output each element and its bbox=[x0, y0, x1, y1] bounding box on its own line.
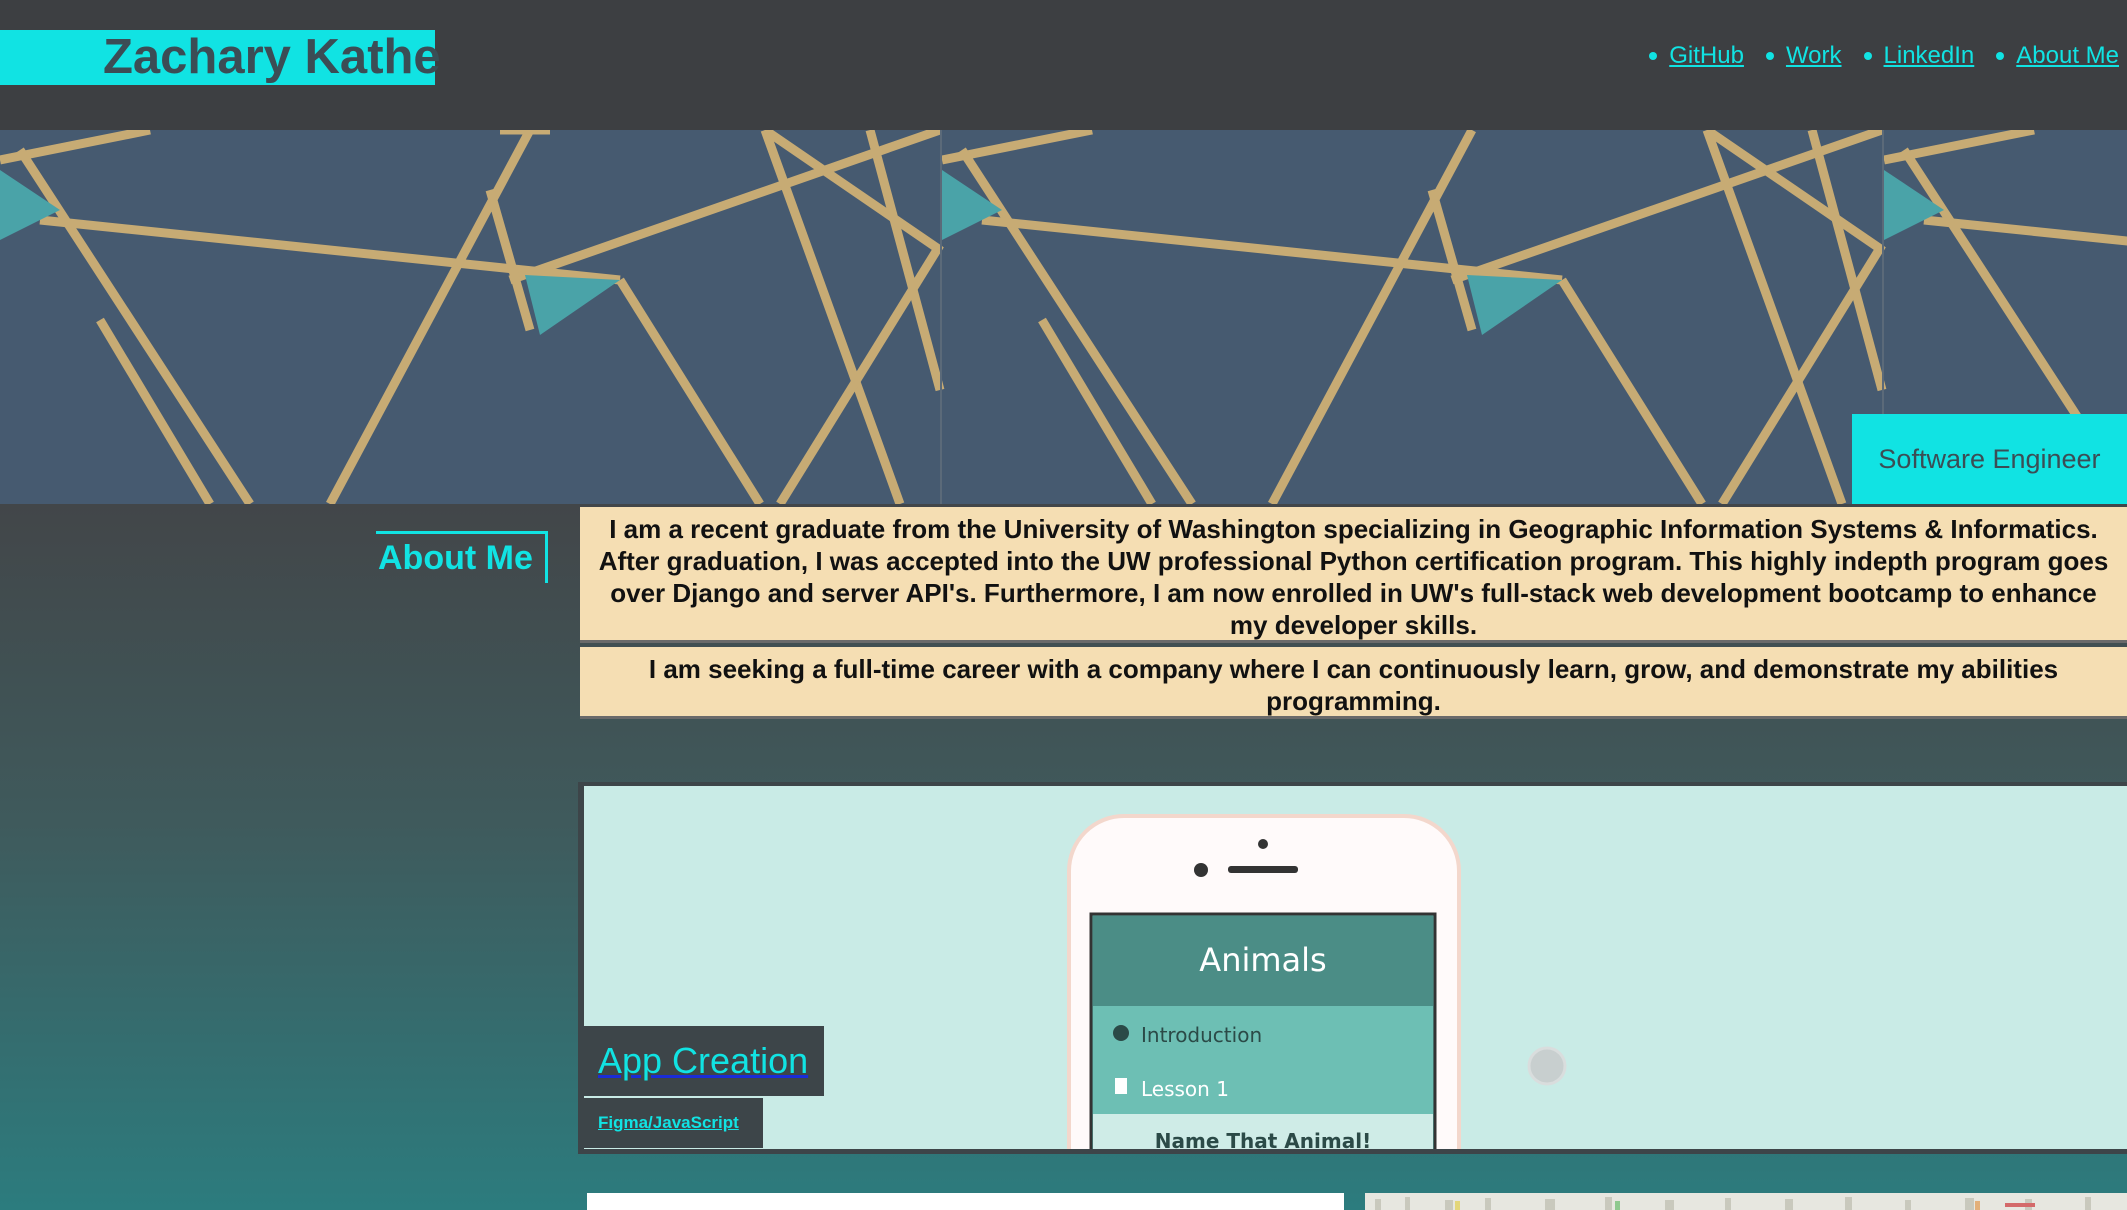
nav-item-about: About Me bbox=[1996, 42, 2119, 70]
project-tech-link[interactable]: Figma/JavaScript bbox=[598, 1113, 739, 1133]
geometric-pattern-background bbox=[0, 130, 2127, 504]
nav-link-github[interactable]: GitHub bbox=[1669, 42, 1744, 70]
nav-item-work: Work bbox=[1765, 42, 1842, 70]
main-nav: GitHub Work LinkedIn About Me bbox=[1627, 42, 2119, 70]
site-owner-name: Zachary Kathe bbox=[103, 30, 441, 84]
about-paragraph-education: I am a recent graduate from the Universi… bbox=[580, 507, 2127, 643]
nav-link-work[interactable]: Work bbox=[1786, 42, 1842, 70]
role-title: Software Engineer bbox=[1878, 443, 2101, 474]
phone-screen-item-lesson: Lesson 1 bbox=[1141, 1077, 1229, 1101]
project-title-link[interactable]: App Creation bbox=[598, 1040, 808, 1082]
bullet-icon bbox=[1996, 52, 2005, 60]
about-paragraph-career-goal: I am seeking a full-time career with a c… bbox=[580, 647, 2127, 719]
phone-screen-header: Animals bbox=[1199, 941, 1326, 979]
map-thumbnail bbox=[1365, 1193, 2127, 1210]
phone-screen-item-introduction: Introduction bbox=[1141, 1023, 1262, 1047]
about-me-heading: About Me bbox=[376, 531, 548, 583]
nav-link-about-me[interactable]: About Me bbox=[2016, 42, 2119, 70]
project-card-next-left[interactable] bbox=[587, 1193, 1344, 1210]
nav-item-linkedin: LinkedIn bbox=[1863, 42, 1975, 70]
nav-link-linkedin[interactable]: LinkedIn bbox=[1884, 42, 1975, 70]
site-header: Zachary Kathe GitHub Work LinkedIn About… bbox=[0, 0, 2127, 130]
bullet-icon bbox=[1863, 52, 1872, 60]
hero-banner bbox=[0, 130, 2127, 504]
bullet-icon bbox=[1765, 52, 1774, 60]
project-card-next-right[interactable] bbox=[1365, 1193, 2127, 1210]
nav-item-github: GitHub bbox=[1649, 42, 1744, 70]
bullet-icon bbox=[1649, 52, 1658, 60]
role-badge: Software Engineer bbox=[1852, 414, 2127, 504]
about-me-heading-text: About Me bbox=[378, 539, 533, 577]
phone-screen-item-quiz: Name That Animal! bbox=[1155, 1129, 1371, 1149]
